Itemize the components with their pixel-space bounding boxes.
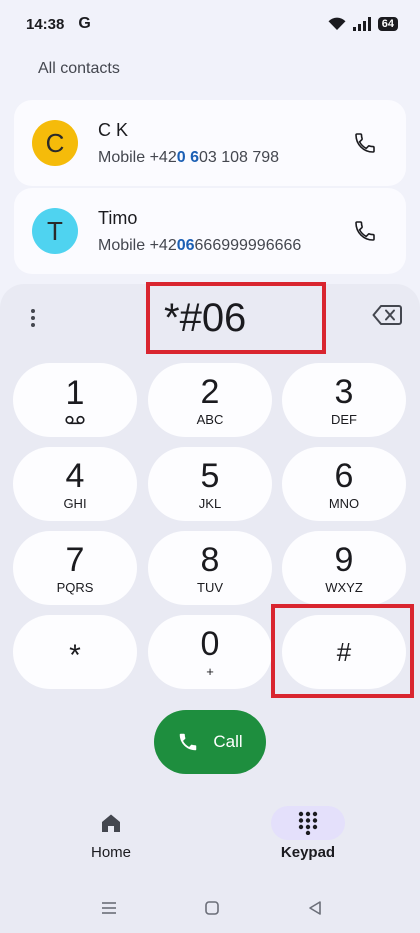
contact-number: Mobile +420 603 108 798: [98, 149, 279, 167]
call-contact-button[interactable]: [350, 128, 380, 158]
key-digit: 0: [200, 624, 220, 663]
key-9[interactable]: 9 WXYZ: [282, 531, 406, 605]
key-letters: WXYZ: [325, 579, 363, 595]
key-0[interactable]: 0 +: [148, 615, 272, 689]
number-suffix: 666999996666: [194, 236, 302, 254]
key-digit: #: [336, 637, 352, 667]
key-digit: *: [69, 639, 81, 672]
call-button[interactable]: Call: [154, 710, 266, 774]
key-digit: 8: [200, 540, 220, 579]
key-4[interactable]: 4 GHI: [13, 447, 137, 521]
dial-number-field[interactable]: *#06: [148, 284, 326, 352]
signal-icon: [352, 17, 371, 31]
backspace-button[interactable]: [372, 304, 402, 330]
more-vert-dot: [31, 316, 35, 320]
key-letters: PQRS: [56, 579, 94, 595]
key-digit: 2: [200, 372, 220, 411]
key-letters: TUV: [197, 579, 223, 595]
system-back-button[interactable]: [300, 895, 330, 921]
key-digit: 4: [65, 456, 85, 495]
nav-home[interactable]: Home: [51, 806, 171, 866]
contact-row[interactable]: T Timo Mobile +4206666999996666: [14, 188, 406, 274]
google-g-icon: G: [78, 15, 91, 32]
more-vert-dot: [31, 323, 35, 327]
key-letters: ABC: [196, 411, 224, 427]
contact-name: C K: [98, 119, 129, 140]
backspace-icon: [372, 305, 402, 325]
more-vert-icon: [31, 309, 35, 313]
contact-text: C K Mobile +420 603 108 798: [98, 120, 279, 167]
number-prefix: Mobile +42: [98, 236, 177, 254]
number-prefix: Mobile +42: [98, 148, 177, 166]
key-7[interactable]: 7 PQRS: [13, 531, 137, 605]
menu-icon: [102, 902, 116, 914]
key-digit: 3: [334, 372, 354, 411]
avatar: T: [32, 208, 78, 254]
wifi-icon: [328, 17, 346, 30]
key-letters: +: [206, 663, 214, 679]
nav-keypad-label: Keypad: [280, 844, 336, 861]
contact-number: Mobile +4206666999996666: [98, 237, 301, 255]
key-letters: MNO: [328, 495, 360, 511]
contact-text: Timo Mobile +4206666999996666: [98, 208, 301, 255]
nav-home-label: Home: [90, 844, 131, 861]
key-5[interactable]: 5 JKL: [148, 447, 272, 521]
key-letters: DEF: [331, 411, 357, 427]
phone-icon: [355, 221, 375, 241]
key-letters: GHI: [63, 495, 87, 511]
key-hash[interactable]: #: [282, 615, 406, 689]
key-1[interactable]: 1: [13, 363, 137, 437]
key-digit: 9: [334, 540, 354, 579]
battery-icon: 64: [377, 17, 398, 31]
phone-icon: [355, 133, 375, 153]
key-8[interactable]: 8 TUV: [148, 531, 272, 605]
phone-icon: [180, 733, 197, 751]
key-6[interactable]: 6 MNO: [282, 447, 406, 521]
avatar-initial: C: [45, 127, 65, 158]
system-menu-button[interactable]: [94, 895, 124, 921]
key-3[interactable]: 3 DEF: [282, 363, 406, 437]
voicemail-icon: [65, 415, 85, 425]
key-star[interactable]: *: [13, 615, 137, 689]
home-icon: [102, 814, 120, 832]
nav-icon-wrap: [271, 806, 345, 840]
more-options-button[interactable]: [22, 304, 44, 332]
status-icons: 64: [328, 17, 398, 31]
number-suffix: 03 108 798: [198, 148, 280, 166]
call-contact-button[interactable]: [350, 216, 380, 246]
contact-row[interactable]: C C K Mobile +420 603 108 798: [14, 100, 406, 186]
status-time: 14:38: [26, 15, 65, 33]
dialpad-icon: [298, 811, 318, 835]
key-digit: 5: [200, 456, 220, 495]
key-2[interactable]: 2 ABC: [148, 363, 272, 437]
key-digit: 1: [65, 374, 85, 412]
contact-name: Timo: [98, 207, 138, 228]
home-square-icon: [205, 901, 219, 915]
key-digit: 6: [334, 456, 354, 495]
number-match-highlight: 06: [176, 236, 195, 254]
avatar-initial: T: [47, 215, 63, 246]
status-bar: 14:38 G 64: [0, 0, 420, 48]
avatar: C: [32, 120, 78, 166]
nav-icon-wrap: [74, 806, 148, 840]
section-label-all-contacts: All contacts: [38, 60, 120, 77]
nav-keypad[interactable]: Keypad: [248, 806, 368, 866]
key-digit: 7: [65, 540, 85, 579]
call-label: Call: [213, 732, 243, 751]
system-home-button[interactable]: [197, 895, 227, 921]
back-triangle-icon: [309, 901, 321, 915]
key-letters: JKL: [198, 495, 222, 511]
number-match-highlight: 0 6: [176, 148, 199, 166]
